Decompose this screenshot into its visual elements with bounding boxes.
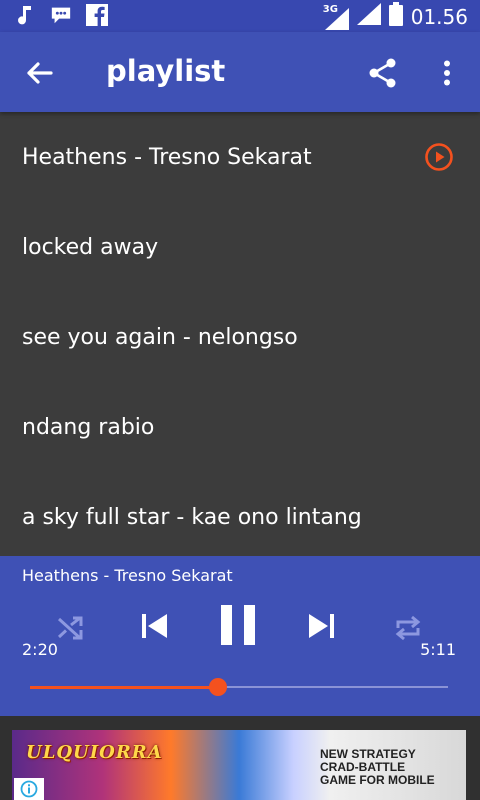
list-item[interactable]: a sky full star - kae ono lintang bbox=[0, 472, 480, 556]
signal-icon bbox=[356, 3, 381, 30]
more-options-button[interactable] bbox=[436, 56, 458, 90]
list-item[interactable]: ndang rabio bbox=[0, 382, 480, 472]
clock: 01.56 bbox=[410, 4, 468, 29]
player-panel: Heathens - Tresno Sekarat 2:20 5:11 bbox=[0, 556, 480, 716]
total-duration: 5:11 bbox=[420, 640, 456, 659]
share-button[interactable] bbox=[366, 56, 400, 90]
list-item-label: a sky full star - kae ono lintang bbox=[22, 504, 362, 530]
system-icons: 3G 01.56 bbox=[323, 2, 468, 31]
seek-bar-progress bbox=[30, 686, 219, 689]
next-button[interactable] bbox=[304, 606, 340, 646]
ad-tagline: NEW STRATEGY CRAD-BATTLE GAME FOR MOBILE bbox=[320, 748, 435, 787]
seek-bar-thumb[interactable] bbox=[209, 678, 228, 696]
battery-icon bbox=[388, 2, 403, 31]
list-item[interactable]: see you again - nelongso bbox=[0, 292, 480, 382]
info-icon bbox=[20, 780, 38, 798]
ad-banner[interactable]: ULQUIORRA NEW STRATEGY CRAD-BATTLE GAME … bbox=[0, 716, 480, 800]
pause-button[interactable] bbox=[216, 602, 260, 648]
list-item-label: see you again - nelongso bbox=[22, 324, 298, 350]
arrow-back-icon bbox=[27, 62, 53, 84]
ad-tagline-line: GAME FOR MOBILE bbox=[320, 773, 435, 787]
list-item[interactable]: locked away bbox=[0, 202, 480, 292]
ad-choices-button[interactable] bbox=[14, 778, 44, 800]
skip-next-icon bbox=[309, 614, 334, 638]
now-playing-title: Heathens - Tresno Sekarat bbox=[22, 566, 233, 585]
page-title: playlist bbox=[106, 54, 226, 88]
playlist: Heathens - Tresno Sekarat locked away se… bbox=[0, 112, 480, 556]
notification-icons bbox=[14, 4, 108, 26]
seek-bar[interactable] bbox=[30, 678, 448, 696]
list-item-label: locked away bbox=[22, 234, 159, 260]
list-item-label: Heathens - Tresno Sekarat bbox=[22, 144, 312, 170]
signal-icon: 3G bbox=[323, 4, 349, 30]
app-bar: playlist bbox=[0, 32, 480, 112]
more-vert-icon bbox=[444, 60, 450, 86]
list-item-label: ndang rabio bbox=[22, 414, 155, 440]
bbm-icon bbox=[50, 4, 72, 26]
play-circle-icon[interactable] bbox=[424, 142, 454, 172]
elapsed-time: 2:20 bbox=[22, 640, 58, 659]
ad-image[interactable]: ULQUIORRA NEW STRATEGY CRAD-BATTLE GAME … bbox=[12, 730, 466, 800]
shuffle-icon bbox=[57, 616, 83, 640]
facebook-icon bbox=[86, 4, 108, 26]
previous-button[interactable] bbox=[136, 606, 172, 646]
status-bar: 3G 01.56 bbox=[0, 0, 480, 32]
music-note-icon bbox=[14, 4, 36, 26]
repeat-icon bbox=[395, 615, 421, 641]
skip-previous-icon bbox=[142, 614, 167, 638]
list-item[interactable]: Heathens - Tresno Sekarat bbox=[0, 112, 480, 202]
pause-icon bbox=[221, 605, 255, 645]
share-icon bbox=[369, 58, 396, 88]
back-button[interactable] bbox=[22, 56, 56, 90]
ad-logo: ULQUIORRA bbox=[26, 742, 163, 763]
